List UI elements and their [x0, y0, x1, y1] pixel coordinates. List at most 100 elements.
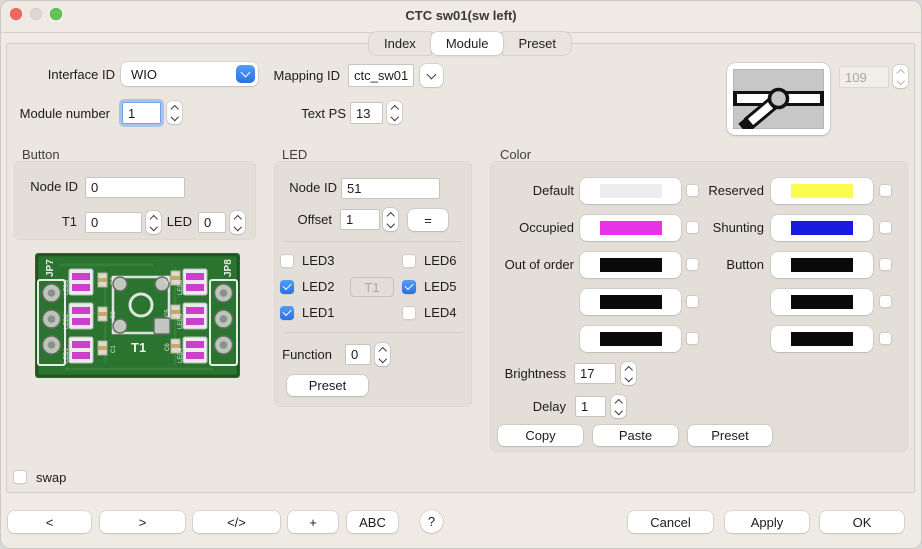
symbol-image-button[interactable]	[727, 63, 830, 135]
text-ps-field[interactable]: 13	[350, 102, 383, 124]
color-preset-button[interactable]: Preset	[688, 425, 772, 446]
symbol-number-field: 109	[839, 66, 889, 88]
color-group: Default Reserved Occupied Shunting Out o…	[490, 161, 908, 452]
switch-track-symbol-icon	[733, 69, 824, 129]
button-color-label: Button	[726, 257, 764, 272]
led6-checkbox[interactable]	[402, 254, 416, 268]
button-t1-label: T1	[61, 214, 77, 229]
titlebar: CTC sw01(sw left)	[0, 0, 922, 33]
button-color-swatch	[791, 258, 853, 272]
extra-color-checkbox-4[interactable]	[879, 332, 892, 345]
led-offset-stepper[interactable]	[383, 208, 398, 231]
extra-color-swatch-3	[599, 332, 662, 346]
led5-checkbox[interactable]	[402, 280, 416, 294]
prev-button[interactable]: <	[8, 511, 91, 533]
default-color-label: Default	[532, 183, 574, 198]
pcb-label-c4: C4	[165, 275, 171, 283]
code-button[interactable]: </>	[193, 511, 280, 533]
equals-button[interactable]: =	[408, 209, 448, 231]
ok-button[interactable]: OK	[820, 511, 904, 533]
occupied-color-button[interactable]	[580, 215, 681, 241]
tab-preset[interactable]: Preset	[503, 32, 572, 55]
led3-checkbox[interactable]	[280, 254, 294, 268]
reserved-color-button[interactable]	[771, 178, 873, 204]
function-label: Function	[282, 347, 332, 362]
apply-button[interactable]: Apply	[725, 511, 809, 533]
interface-id-value: WIO	[131, 66, 157, 82]
shunting-color-label: Shunting	[712, 220, 764, 235]
mapping-id-label: Mapping ID	[273, 68, 340, 83]
extra-color-button-4[interactable]	[771, 326, 873, 352]
mapping-id-dropdown-button[interactable]	[420, 64, 443, 87]
led-group: Node ID 51 Offset 1 = LED3 LED6 LED2 T1 …	[274, 161, 472, 407]
led2-checkbox[interactable]	[280, 280, 294, 294]
button-node-id-field[interactable]: 0	[85, 177, 185, 198]
occupied-color-swatch	[599, 221, 662, 235]
pcb-label-led4: LED4	[178, 347, 184, 363]
swap-checkbox[interactable]	[13, 470, 27, 484]
shunting-color-swatch	[791, 221, 853, 235]
module-number-stepper[interactable]	[167, 101, 182, 124]
led4-checkbox-label: LED4	[424, 305, 457, 320]
dialog-window: CTC sw01(sw left) Index Module Preset In…	[0, 0, 922, 549]
pcb-image: JP7 LED3 LED2 LED1 C3 C2 C1	[35, 253, 240, 378]
button-node-id-label: Node ID	[30, 179, 78, 194]
brightness-label: Brightness	[504, 366, 566, 381]
extra-color-button-3[interactable]	[580, 326, 681, 352]
abc-button[interactable]: ABC	[347, 511, 398, 533]
led-node-id-field[interactable]: 51	[341, 178, 440, 199]
default-color-button[interactable]	[580, 178, 681, 204]
add-button[interactable]: +	[288, 511, 338, 533]
interface-id-popup[interactable]: WIO	[121, 62, 258, 86]
copy-button[interactable]: Copy	[498, 425, 583, 446]
brightness-field[interactable]: 17	[574, 363, 616, 384]
symbol-number-stepper	[893, 65, 908, 88]
extra-color-button-2[interactable]	[771, 289, 873, 315]
extra-color-swatch-4	[791, 332, 853, 346]
led1-checkbox[interactable]	[280, 306, 294, 320]
module-number-field[interactable]: 1	[122, 102, 161, 124]
delay-field[interactable]: 1	[575, 396, 606, 417]
extra-color-checkbox-1[interactable]	[686, 295, 699, 308]
extra-color-swatch-2	[791, 295, 853, 309]
extra-color-checkbox-2[interactable]	[879, 295, 892, 308]
module-number-label: Module number	[19, 106, 110, 121]
help-button[interactable]: ?	[420, 510, 443, 533]
led-preset-button[interactable]: Preset	[287, 375, 368, 396]
button-led-stepper[interactable]	[230, 211, 245, 234]
button-color-checkbox[interactable]	[879, 258, 892, 271]
button-led-field[interactable]: 0	[198, 212, 226, 233]
led-group-title: LED	[282, 147, 308, 162]
brightness-stepper[interactable]	[621, 362, 636, 385]
tab-module[interactable]: Module	[430, 32, 504, 55]
shunting-color-checkbox[interactable]	[879, 221, 892, 234]
out-of-order-color-button[interactable]	[580, 252, 681, 278]
function-stepper[interactable]	[375, 343, 390, 366]
out-of-order-color-label: Out of order	[504, 257, 574, 272]
led6-checkbox-label: LED6	[424, 253, 457, 268]
reserved-color-checkbox[interactable]	[879, 184, 892, 197]
button-group: Node ID 0 T1 0 LED 0	[14, 161, 256, 240]
next-button[interactable]: >	[100, 511, 185, 533]
interface-id-label: Interface ID	[47, 67, 115, 82]
led4-checkbox[interactable]	[402, 306, 416, 320]
mapping-id-field[interactable]: ctc_sw01	[348, 64, 414, 87]
paste-button[interactable]: Paste	[593, 425, 678, 446]
pcb-label-led2: LED2	[64, 313, 70, 329]
pcb-label-c6: C6	[165, 343, 171, 351]
pcb-label-led6: LED6	[178, 279, 184, 295]
delay-stepper[interactable]	[611, 395, 626, 418]
shunting-color-button[interactable]	[771, 215, 873, 241]
text-ps-stepper[interactable]	[387, 101, 402, 124]
pcb-label-led3: LED3	[64, 279, 70, 295]
function-field[interactable]: 0	[345, 344, 371, 365]
button-color-button[interactable]	[771, 252, 873, 278]
tab-index[interactable]: Index	[369, 32, 431, 55]
led-offset-field[interactable]: 1	[340, 209, 380, 230]
cancel-button[interactable]: Cancel	[628, 511, 713, 533]
default-color-swatch	[599, 184, 662, 198]
reserved-color-swatch	[791, 184, 853, 198]
window-title: CTC sw01(sw left)	[405, 8, 517, 23]
extra-color-button-1[interactable]	[580, 289, 681, 315]
extra-color-checkbox-3[interactable]	[686, 332, 699, 345]
